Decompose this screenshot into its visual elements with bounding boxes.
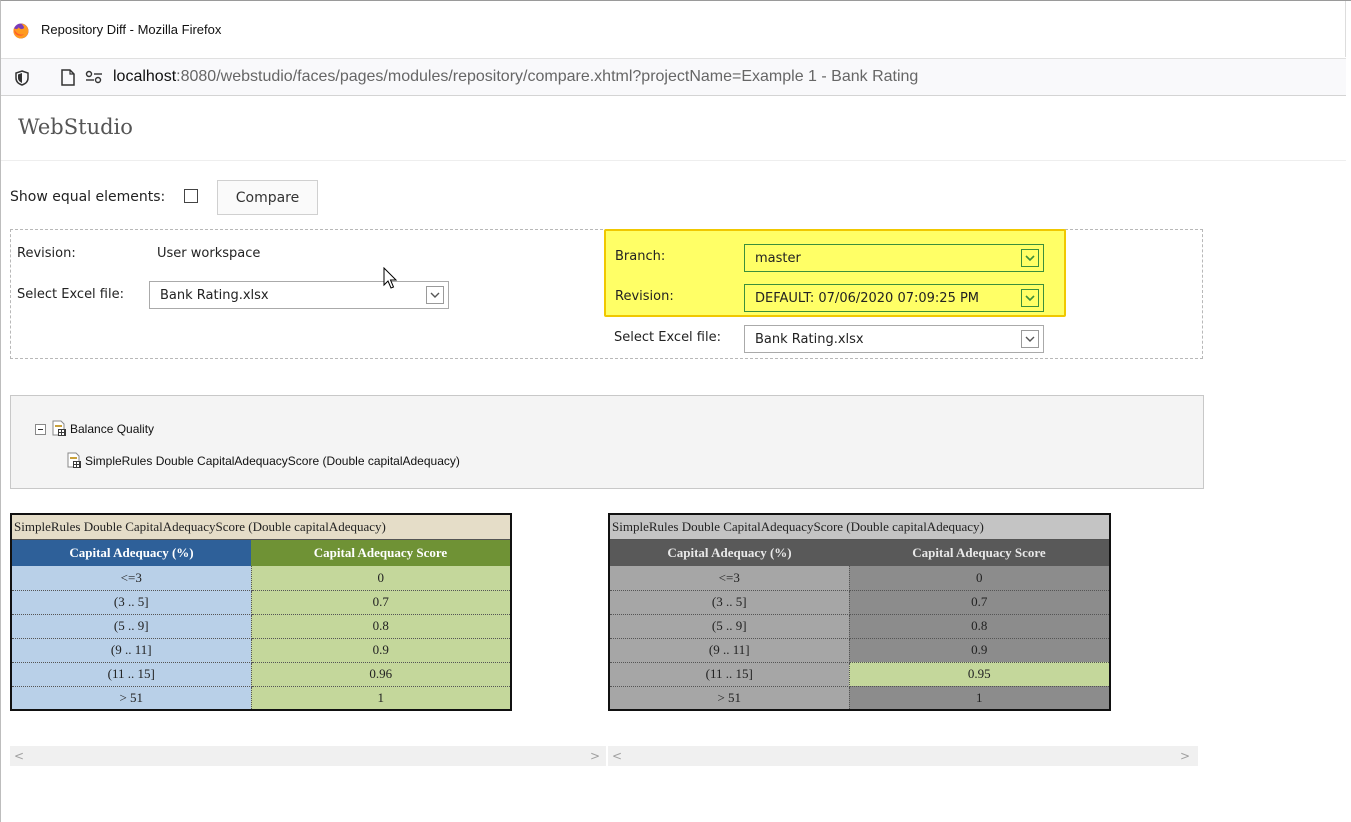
result-cell: 0.9 (849, 638, 1110, 663)
table-row: (9 .. 11] 0.9 (609, 638, 1110, 663)
chevron-down-icon[interactable] (1021, 249, 1039, 267)
result-cell: 0 (849, 566, 1110, 591)
table-node-icon (52, 420, 66, 436)
condition-cell: (11 .. 15] (609, 662, 850, 687)
scroll-left-icon[interactable]: < (14, 749, 24, 763)
column-header: Capital Adequacy (%) (11, 539, 251, 566)
permissions-icon[interactable] (85, 70, 103, 84)
compare-button[interactable]: Compare (217, 180, 318, 215)
changed-result-cell: 0.95 (849, 662, 1110, 687)
result-cell: 0.7 (849, 590, 1110, 615)
right-decision-table: SimpleRules Double CapitalAdequacyScore … (608, 513, 1111, 711)
address-bar[interactable]: localhost:8080/webstudio/faces/pages/mod… (1, 58, 1346, 96)
result-cell: 0.8 (251, 614, 511, 639)
condition-cell: (9 .. 11] (609, 638, 850, 663)
result-cell: 1 (849, 686, 1110, 710)
condition-cell: > 51 (609, 686, 850, 710)
result-cell: 0.9 (251, 638, 511, 663)
left-excel-value: Bank Rating.xlsx (160, 288, 269, 303)
table-row: > 51 1 (11, 686, 511, 710)
right-revision-value: DEFAULT: 07/06/2020 07:09:25 PM (755, 291, 980, 306)
page-icon[interactable] (61, 69, 75, 86)
table-caption: SimpleRules Double CapitalAdequacyScore … (11, 514, 511, 540)
column-header: Capital Adequacy (%) (609, 539, 849, 566)
app-header: WebStudio (1, 97, 1346, 161)
firefox-logo-icon (13, 23, 29, 39)
app-logo[interactable]: WebStudio (18, 115, 133, 139)
url-path: :8080/webstudio/faces/pages/modules/repo… (176, 68, 919, 85)
show-equal-checkbox[interactable] (184, 189, 198, 203)
result-cell: 0.8 (849, 614, 1110, 639)
right-excel-label: Select Excel file: (614, 330, 721, 345)
tree-root-label[interactable]: Balance Quality (70, 422, 154, 436)
left-decision-table: SimpleRules Double CapitalAdequacyScore … (10, 513, 512, 711)
window-title: Repository Diff - Mozilla Firefox (41, 22, 222, 37)
branch-select[interactable]: master (744, 244, 1044, 272)
condition-cell: (5 .. 9] (609, 614, 850, 639)
result-cell: 0.7 (251, 590, 511, 615)
chevron-down-icon[interactable] (1021, 289, 1039, 307)
table-row: (3 .. 5] 0.7 (11, 590, 511, 615)
left-excel-select[interactable]: Bank Rating.xlsx (149, 281, 449, 309)
right-horizontal-scrollbar[interactable]: < > (608, 746, 1198, 766)
diff-tree: Balance Quality SimpleRules Double Capit… (10, 395, 1204, 489)
window-titlebar: Repository Diff - Mozilla Firefox (1, 1, 1346, 57)
result-cell: 0 (251, 566, 511, 591)
mouse-pointer-icon (383, 267, 398, 289)
condition-cell: (3 .. 5] (609, 590, 850, 615)
chevron-down-icon[interactable] (1021, 330, 1039, 348)
left-horizontal-scrollbar[interactable]: < > (10, 746, 606, 766)
right-excel-value: Bank Rating.xlsx (755, 332, 864, 347)
condition-cell: (5 .. 9] (11, 614, 252, 639)
table-row: (11 .. 15] 0.96 (11, 662, 511, 687)
condition-cell: (11 .. 15] (11, 662, 252, 687)
table-row: (3 .. 5] 0.7 (609, 590, 1110, 615)
condition-cell: <=3 (609, 566, 850, 591)
url-text[interactable]: localhost:8080/webstudio/faces/pages/mod… (113, 68, 918, 86)
left-revision-label: Revision: (17, 246, 76, 261)
branch-label: Branch: (615, 249, 666, 264)
table-row: > 51 1 (609, 686, 1110, 710)
table-row: (5 .. 9] 0.8 (609, 614, 1110, 639)
table-node-icon (67, 452, 81, 468)
table-row: (5 .. 9] 0.8 (11, 614, 511, 639)
scroll-right-icon[interactable]: > (1180, 749, 1190, 763)
table-row: (9 .. 11] 0.9 (11, 638, 511, 663)
table-caption: SimpleRules Double CapitalAdequacyScore … (609, 514, 1110, 540)
url-host: localhost (113, 68, 177, 85)
branch-value: master (755, 251, 801, 266)
scroll-right-icon[interactable]: > (590, 749, 600, 763)
condition-cell: > 51 (11, 686, 252, 710)
column-header: Capital Adequacy Score (251, 539, 511, 566)
table-row: <=3 0 (609, 566, 1110, 591)
right-excel-select[interactable]: Bank Rating.xlsx (744, 325, 1044, 353)
scroll-left-icon[interactable]: < (612, 749, 622, 763)
left-revision-value: User workspace (157, 246, 261, 261)
table-row: <=3 0 (11, 566, 511, 591)
result-cell: 0.96 (251, 662, 511, 687)
chevron-down-icon[interactable] (426, 286, 444, 304)
result-cell: 1 (251, 686, 511, 710)
condition-cell: (3 .. 5] (11, 590, 252, 615)
shield-icon[interactable] (15, 70, 29, 86)
left-excel-label: Select Excel file: (17, 287, 124, 302)
right-revision-select[interactable]: DEFAULT: 07/06/2020 07:09:25 PM (744, 284, 1044, 312)
condition-cell: <=3 (11, 566, 252, 591)
collapse-minus-icon[interactable] (35, 424, 46, 435)
column-header: Capital Adequacy Score (849, 539, 1110, 566)
show-equal-label: Show equal elements: (10, 189, 166, 205)
condition-cell: (9 .. 11] (11, 638, 252, 663)
tree-child-label[interactable]: SimpleRules Double CapitalAdequacyScore … (85, 454, 460, 468)
right-revision-label: Revision: (615, 289, 674, 304)
table-row: (11 .. 15] 0.95 (609, 662, 1110, 687)
